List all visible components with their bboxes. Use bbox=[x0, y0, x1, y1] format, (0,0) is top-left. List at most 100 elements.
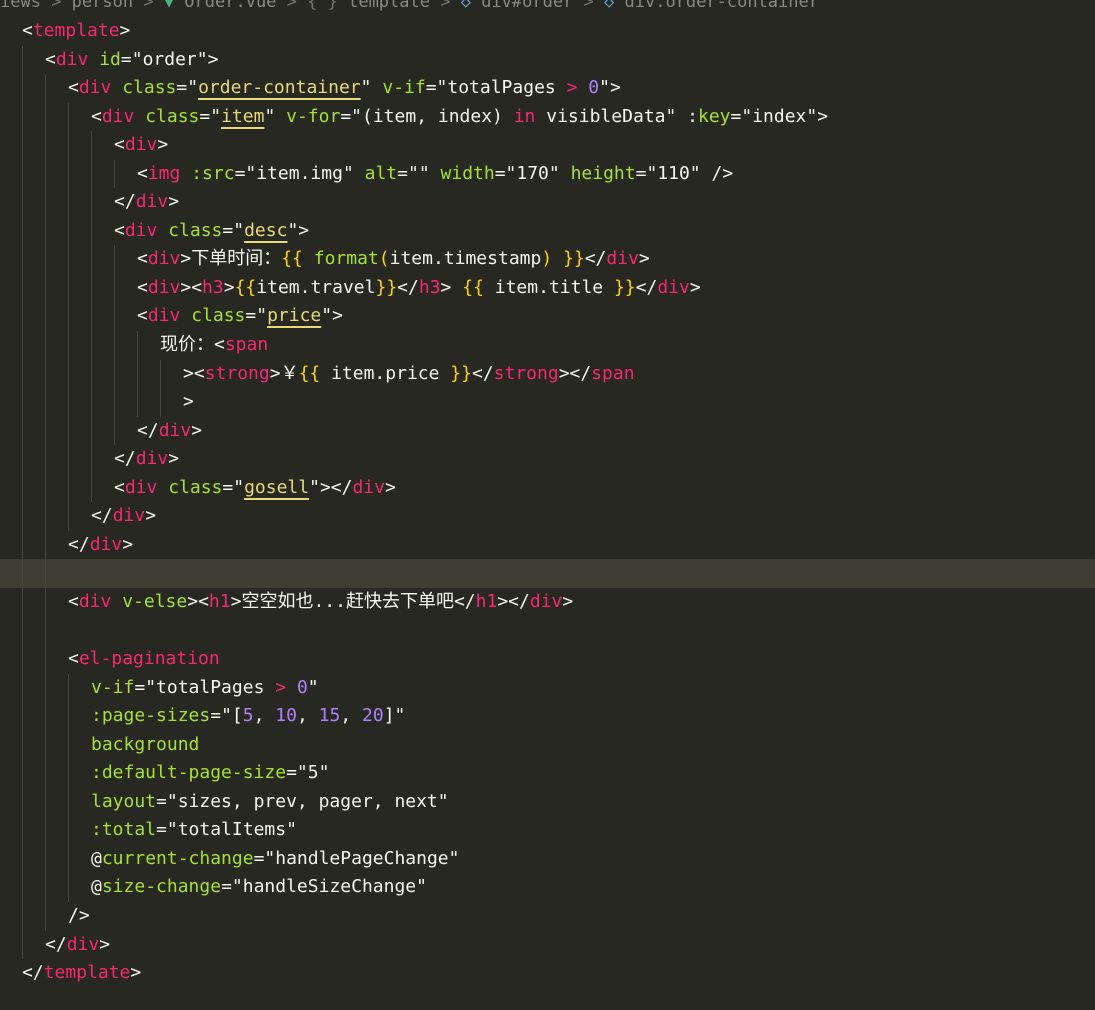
code-token: " bbox=[360, 77, 372, 99]
indent-guide bbox=[68, 131, 69, 160]
code-token: > bbox=[183, 391, 194, 413]
code-line[interactable]: > bbox=[0, 388, 1095, 417]
code-token: item.title bbox=[483, 276, 614, 298]
code-line[interactable]: 现价：<span bbox=[0, 331, 1095, 360]
indent-guide bbox=[45, 302, 46, 332]
code-token: class bbox=[168, 219, 223, 241]
code-token: ]" bbox=[383, 705, 406, 727]
code-token: " bbox=[264, 105, 276, 127]
code-token: "handlePageChange" bbox=[264, 847, 460, 869]
code-token: div bbox=[66, 933, 100, 955]
code-token: 10 bbox=[275, 705, 297, 727]
code-line[interactable]: </div> bbox=[0, 416, 1095, 446]
code-token: = bbox=[286, 762, 297, 784]
indent-guide bbox=[91, 473, 92, 503]
indent-guide bbox=[45, 587, 46, 617]
indent-guide bbox=[114, 331, 115, 360]
code-line[interactable]: </div> bbox=[0, 530, 1095, 560]
indent-guide bbox=[68, 359, 69, 389]
code-text: :default-page-size="5" bbox=[91, 759, 329, 788]
code-line[interactable]: <div class="item" v-for="(item, index) i… bbox=[0, 102, 1095, 132]
code-line[interactable]: <el-pagination bbox=[0, 645, 1095, 674]
code-token: ) bbox=[541, 248, 553, 270]
code-line[interactable]: <div class="order-container" v-if="total… bbox=[0, 74, 1095, 103]
breadcrumb-item[interactable]: ◇ div#order bbox=[461, 0, 574, 12]
code-editor[interactable]: <template> <div id="order"> <div class="or… bbox=[0, 17, 1095, 988]
code-line[interactable]: <template> bbox=[0, 17, 1095, 46]
code-token: key bbox=[697, 105, 731, 127]
indent-guide bbox=[45, 730, 46, 760]
indent-guide bbox=[68, 416, 69, 446]
code-token: 15 bbox=[318, 705, 341, 727]
code-line[interactable] bbox=[0, 616, 1095, 646]
code-line[interactable]: <div v-else><h1>空空如也...赶快去下单吧</h1></div> bbox=[0, 587, 1095, 617]
breadcrumb[interactable]: iews > person > ▼ Order.vue > { } templa… bbox=[0, 0, 819, 13]
code-token: div bbox=[135, 191, 169, 213]
code-line[interactable]: <div class="desc"> bbox=[0, 216, 1095, 246]
code-line[interactable]: :total="totalItems" bbox=[0, 816, 1095, 845]
code-line[interactable]: /> bbox=[0, 901, 1095, 931]
code-token: > bbox=[168, 448, 180, 470]
code-token: > bbox=[275, 676, 287, 698]
code-token: v-for bbox=[286, 105, 341, 127]
code-token: = bbox=[120, 48, 132, 70]
code-token: " bbox=[233, 476, 245, 498]
code-line[interactable]: @current-change="handlePageChange" bbox=[0, 844, 1095, 874]
indent-guide bbox=[68, 102, 69, 132]
code-line[interactable]: <div class="gosell"></div> bbox=[0, 473, 1095, 503]
code-token: >< bbox=[183, 362, 205, 384]
code-line[interactable]: <div id="order"> bbox=[0, 45, 1095, 75]
indent-guide bbox=[45, 901, 46, 931]
code-token: </ bbox=[137, 419, 159, 441]
code-line[interactable]: v-if="totalPages > 0" bbox=[0, 673, 1095, 703]
code-token: = bbox=[635, 162, 647, 184]
indent-guide bbox=[45, 388, 46, 417]
code-line[interactable]: <div> bbox=[0, 131, 1095, 160]
code-token: " bbox=[256, 305, 268, 327]
indent-guide bbox=[91, 416, 92, 446]
code-token: format bbox=[313, 248, 379, 270]
indent-guide bbox=[114, 388, 115, 417]
code-token: item.price bbox=[320, 362, 451, 384]
indent-guide bbox=[45, 131, 46, 160]
code-line[interactable]: ><strong>￥{{ item.price }}</strong></spa… bbox=[0, 359, 1095, 389]
code-token: id bbox=[99, 48, 121, 70]
breadcrumb-separator-icon: > bbox=[429, 0, 461, 12]
code-token: @ bbox=[91, 847, 102, 869]
code-line[interactable]: :default-page-size="5" bbox=[0, 759, 1095, 788]
code-line[interactable] bbox=[0, 559, 1095, 588]
code-line[interactable]: <div>下单时间：{{ format(item.timestamp) }}</… bbox=[0, 245, 1095, 274]
code-line[interactable]: :page-sizes="[5, 10, 15, 20]" bbox=[0, 702, 1095, 731]
code-line[interactable]: <div class="price"> bbox=[0, 302, 1095, 332]
code-line[interactable]: </div> bbox=[0, 930, 1095, 960]
code-token: > bbox=[332, 305, 343, 327]
breadcrumb-item[interactable]: iews bbox=[0, 0, 41, 12]
code-line[interactable]: layout="sizes, prev, pager, next" bbox=[0, 787, 1095, 817]
code-token: div bbox=[606, 248, 639, 270]
code-token: > bbox=[207, 48, 219, 70]
code-text: <el-pagination bbox=[68, 645, 220, 674]
code-token: :default-page-size bbox=[91, 762, 287, 784]
code-line[interactable]: <img :src="item.img" alt="" width="170" … bbox=[0, 159, 1095, 189]
indent-guide bbox=[68, 816, 69, 845]
breadcrumb-item[interactable]: person bbox=[72, 0, 133, 12]
code-token: < bbox=[68, 77, 79, 99]
code-line[interactable]: </div> bbox=[0, 445, 1095, 474]
code-line[interactable]: </div> bbox=[0, 188, 1095, 217]
code-text: layout="sizes, prev, pager, next" bbox=[91, 788, 449, 817]
breadcrumb-item[interactable]: { } template bbox=[307, 0, 430, 12]
breadcrumb-item[interactable]: ▼ Order.vue bbox=[164, 0, 277, 12]
code-line[interactable]: </div> bbox=[0, 502, 1095, 531]
code-line[interactable]: <div><h3>{{item.travel}}</h3> {{ item.ti… bbox=[0, 273, 1095, 303]
code-token: in bbox=[513, 105, 536, 127]
code-token: = bbox=[156, 790, 167, 812]
indent-guide bbox=[22, 159, 23, 189]
code-line[interactable]: @size-change="handleSizeChange" bbox=[0, 873, 1095, 902]
code-line[interactable]: background bbox=[0, 730, 1095, 760]
code-token: "110" bbox=[646, 162, 701, 184]
code-line[interactable]: </template> bbox=[0, 959, 1095, 988]
breadcrumb-item[interactable]: ◇ div.order-container bbox=[604, 0, 819, 12]
